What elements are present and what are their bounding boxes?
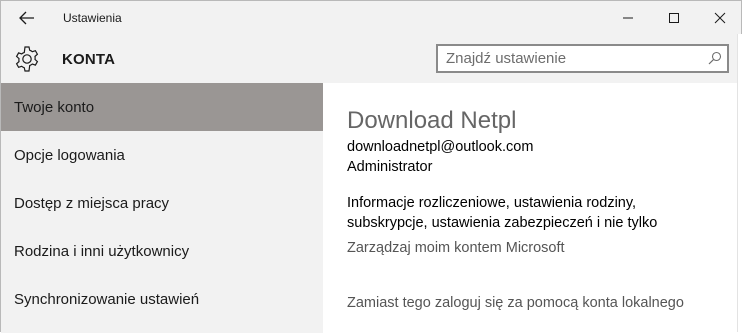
account-name: Download Netpl [347, 107, 517, 134]
close-icon [714, 12, 726, 24]
minimize-icon [623, 17, 633, 19]
window-title: Ustawienia [63, 11, 122, 25]
search-icon[interactable] [708, 51, 722, 65]
close-button[interactable] [697, 1, 743, 35]
maximize-icon [669, 13, 679, 23]
title-bar: Ustawienia [1, 1, 741, 35]
local-account-link[interactable]: Zamiast tego zaloguj się za pomocą konta… [347, 295, 684, 311]
section-title: KONTA [62, 51, 116, 68]
sidebar-item-label: Dostęp z miejsca pracy [14, 194, 170, 212]
gear-icon [15, 46, 39, 72]
sidebar-item-sync-settings[interactable]: Synchronizowanie ustawień [1, 275, 323, 323]
search-box[interactable] [436, 44, 729, 73]
back-button[interactable] [9, 3, 45, 33]
settings-window: Ustawienia KONTA Znajdź ustawienie Twoje… [0, 0, 742, 333]
minimize-button[interactable] [605, 1, 651, 35]
sidebar-item-work-access[interactable]: Dostęp z miejsca pracy [1, 179, 323, 227]
sidebar-item-label: Twoje konto [14, 98, 95, 116]
account-role: Administrator [347, 159, 433, 175]
arrow-left-icon [19, 11, 34, 25]
sidebar-item-label: Opcje logowania [14, 146, 125, 164]
manage-account-link[interactable]: Zarządzaj moim kontem Microsoft [347, 240, 565, 256]
sidebar: Twoje konto Opcje logowania Dostęp z mie… [1, 83, 323, 333]
settings-header: KONTA [1, 35, 741, 83]
account-email: downloadnetpl@outlook.com [347, 139, 534, 155]
account-content: Download Netpl downloadnetpl@outlook.com… [323, 83, 741, 333]
sidebar-item-label: Rodzina i inni użytkownicy [14, 242, 190, 260]
sidebar-item-sign-in-options[interactable]: Opcje logowania [1, 131, 323, 179]
scrollbar-track[interactable] [737, 34, 744, 332]
sidebar-item-family-users[interactable]: Rodzina i inni użytkownicy [1, 227, 323, 275]
account-info-text: Informacje rozliczeniowe, ustawienia rod… [347, 195, 658, 231]
search-input[interactable] [438, 46, 706, 71]
sidebar-item-your-account[interactable]: Twoje konto [1, 83, 323, 131]
sidebar-item-label: Synchronizowanie ustawień [14, 290, 200, 308]
maximize-button[interactable] [651, 1, 697, 35]
